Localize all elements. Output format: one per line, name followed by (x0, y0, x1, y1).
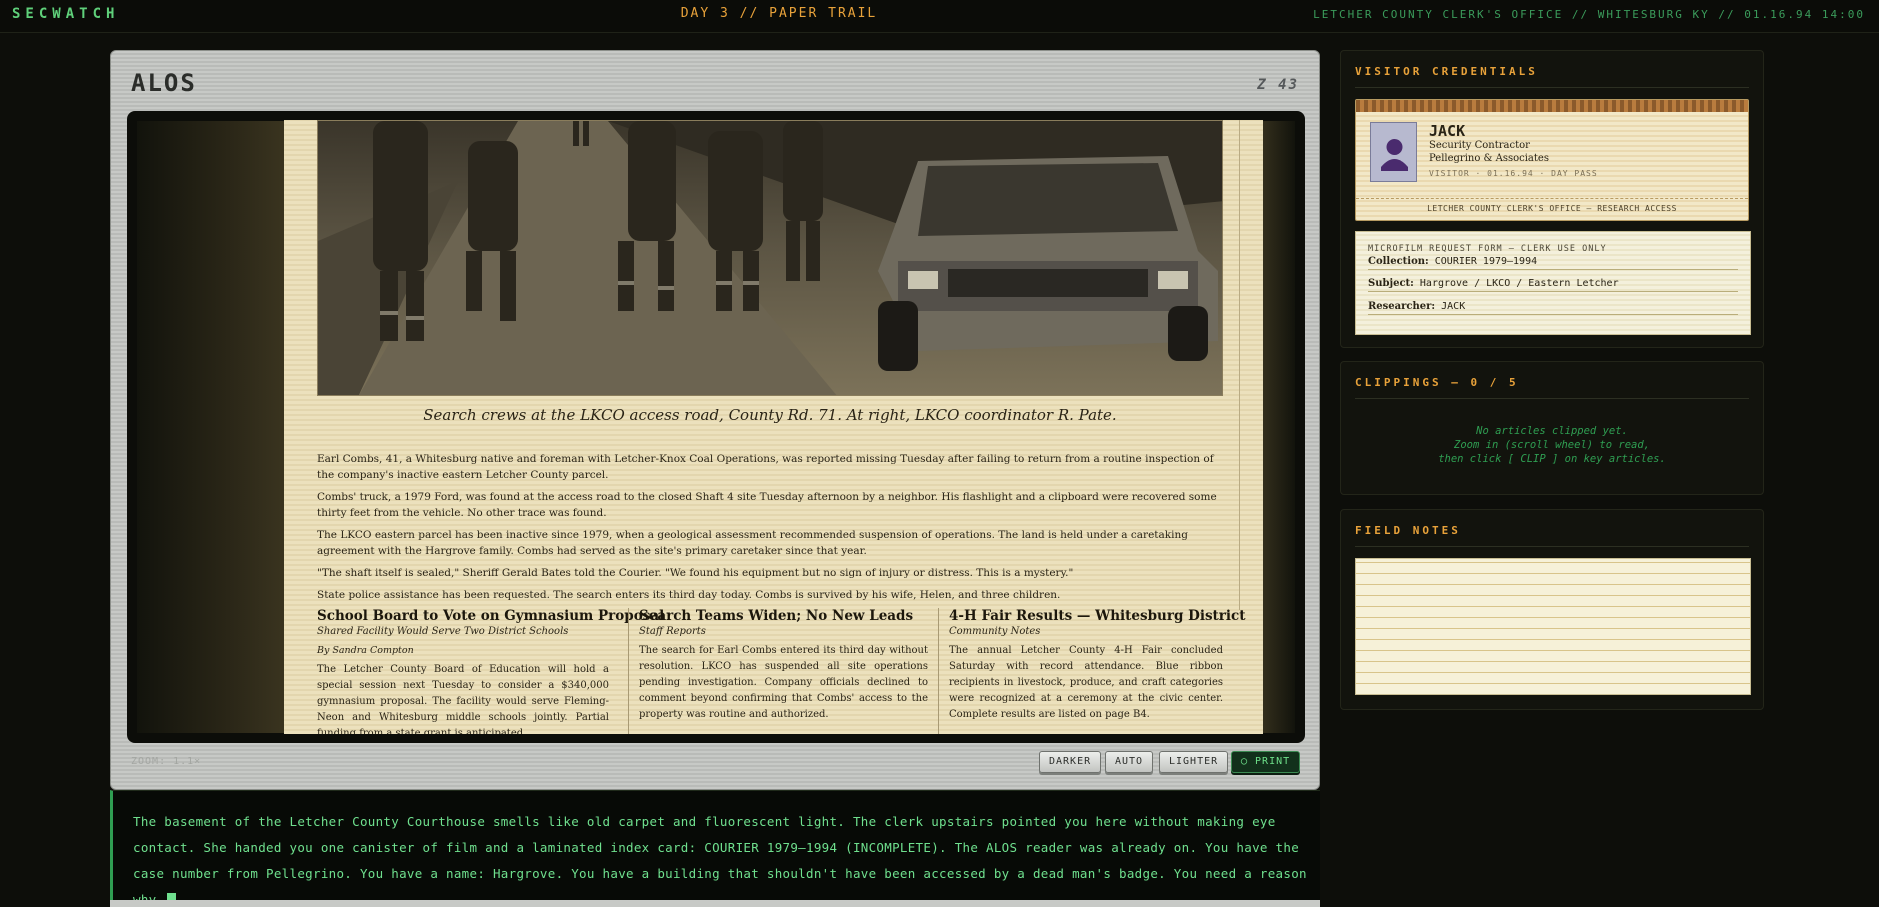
form-value: JACK (1441, 301, 1466, 312)
lighter-button[interactable]: LIGHTER (1159, 751, 1229, 773)
form-heading: MICROFILM REQUEST FORM — CLERK USE ONLY (1368, 244, 1607, 254)
form-label: Researcher: (1368, 301, 1436, 312)
form-row-subject: Subject: Hargrove / LKCO / Eastern Letch… (1368, 278, 1738, 292)
column-rule (1239, 120, 1240, 610)
microfilm-reader: ALOS Z 43 Search crews at the LKCO acces… (110, 50, 1320, 790)
article-text: The search for Earl Combs entered its th… (639, 645, 928, 720)
article-search-teams[interactable]: Search Teams Widen; No New Leads Staff R… (628, 608, 928, 734)
main-article-body: Earl Combs, 41, a Whitesburg native and … (317, 451, 1223, 609)
form-row-researcher: Researcher: JACK (1368, 301, 1738, 315)
photo-caption: Search crews at the LKCO access road, Co… (423, 406, 1117, 424)
reader-title: ALOS (131, 69, 197, 97)
zoom-level: ZOOM: 1.1× (131, 756, 202, 767)
empty-line: No articles clipped yet. (1476, 425, 1628, 437)
article-text: The Letcher County Board of Education wi… (317, 664, 609, 734)
badge-org: Pellegrino & Associates (1429, 153, 1549, 164)
form-row-collection: Collection: COURIER 1979–1994 (1368, 256, 1738, 270)
top-bar: SECWATCH DAY 3 // PAPER TRAIL LETCHER CO… (0, 0, 1879, 33)
field-notes-panel: FIELD NOTES (1340, 509, 1764, 710)
article-deck: Staff Reports (639, 626, 706, 637)
microfilm-request-form[interactable]: MICROFILM REQUEST FORM — CLERK USE ONLY … (1355, 231, 1751, 335)
article-school-board[interactable]: School Board to Vote on Gymnasium Propos… (317, 608, 665, 734)
badge-pass-info: VISITOR · 01.16.94 · DAY PASS (1429, 169, 1598, 178)
visitor-badge[interactable]: JACK Security Contractor Pellegrino & As… (1355, 99, 1749, 221)
newspaper-page[interactable]: Search crews at the LKCO access road, Co… (284, 120, 1263, 734)
reader-bottom-strip (110, 900, 1320, 907)
screen-edge-left (137, 121, 289, 733)
location-timestamp: LETCHER COUNTY CLERK'S OFFICE // WHITESB… (1313, 8, 1865, 21)
clippings-empty-state: No articles clipped yet. Zoom in (scroll… (1341, 424, 1763, 466)
badge-footer: LETCHER COUNTY CLERK'S OFFICE — RESEARCH… (1356, 198, 1748, 213)
article-paragraph: Earl Combs, 41, a Whitesburg native and … (317, 453, 1214, 481)
frame-code: Z 43 (1257, 77, 1299, 93)
reader-screen[interactable]: Search crews at the LKCO access road, Co… (127, 111, 1305, 743)
reader-controls: ZOOM: 1.1× DARKER AUTO LIGHTER ◯ PRINT (131, 750, 1301, 776)
narrative-body: The basement of the Letcher County Court… (133, 814, 1307, 907)
article-headline: School Board to Vote on Gymnasium Propos… (317, 608, 665, 624)
empty-line: Zoom in (scroll wheel) to read, (1454, 439, 1650, 451)
person-icon (1370, 122, 1417, 182)
form-value: COURIER 1979–1994 (1434, 256, 1538, 267)
article-deck: Community Notes (949, 626, 1041, 637)
divider (1355, 546, 1749, 547)
panel-title: FIELD NOTES (1355, 524, 1461, 537)
badge-name: JACK (1429, 122, 1466, 140)
auto-button[interactable]: AUTO (1105, 751, 1154, 773)
empty-line: then click [ CLIP ] on key articles. (1438, 453, 1666, 465)
news-photo (317, 120, 1223, 396)
article-paragraph: The LKCO eastern parcel has been inactiv… (317, 529, 1188, 557)
narrative-text: The basement of the Letcher County Court… (133, 809, 1308, 907)
article-text: The annual Letcher County 4-H Fair concl… (949, 645, 1223, 720)
article-columns: School Board to Vote on Gymnasium Propos… (317, 608, 1246, 734)
divider (1355, 87, 1749, 88)
badge-stripe (1356, 100, 1748, 112)
visitor-credentials-panel: VISITOR CREDENTIALS JACK Security Contra… (1340, 50, 1764, 348)
divider (1355, 398, 1749, 399)
print-button[interactable]: ◯ PRINT (1231, 751, 1301, 773)
article-headline: 4-H Fair Results — Whitesburg District (949, 608, 1246, 624)
narrative-terminal: The basement of the Letcher County Court… (110, 790, 1320, 907)
article-4h-fair[interactable]: 4-H Fair Results — Whitesburg District C… (938, 608, 1246, 734)
panel-title: VISITOR CREDENTIALS (1355, 65, 1538, 78)
article-deck: Shared Facility Would Serve Two District… (317, 626, 569, 637)
form-label: Collection: (1368, 256, 1429, 267)
badge-role: Security Contractor (1429, 140, 1530, 151)
form-value: Hargrove / LKCO / Eastern Letcher (1419, 278, 1619, 289)
clippings-panel: CLIPPINGS — 0 / 5 No articles clipped ye… (1340, 361, 1764, 495)
article-paragraph: State police assistance has been request… (317, 589, 1061, 601)
article-headline: Search Teams Widen; No New Leads (639, 608, 914, 624)
form-label: Subject: (1368, 278, 1414, 289)
article-paragraph: "The shaft itself is sealed," Sheriff Ge… (317, 567, 1074, 579)
article-paragraph: Combs' truck, a 1979 Ford, was found at … (317, 491, 1217, 519)
field-notes-pad[interactable] (1355, 558, 1751, 695)
panel-title: CLIPPINGS — 0 / 5 (1355, 376, 1519, 389)
article-byline: By Sandra Compton (317, 645, 414, 656)
darker-button[interactable]: DARKER (1039, 751, 1102, 773)
